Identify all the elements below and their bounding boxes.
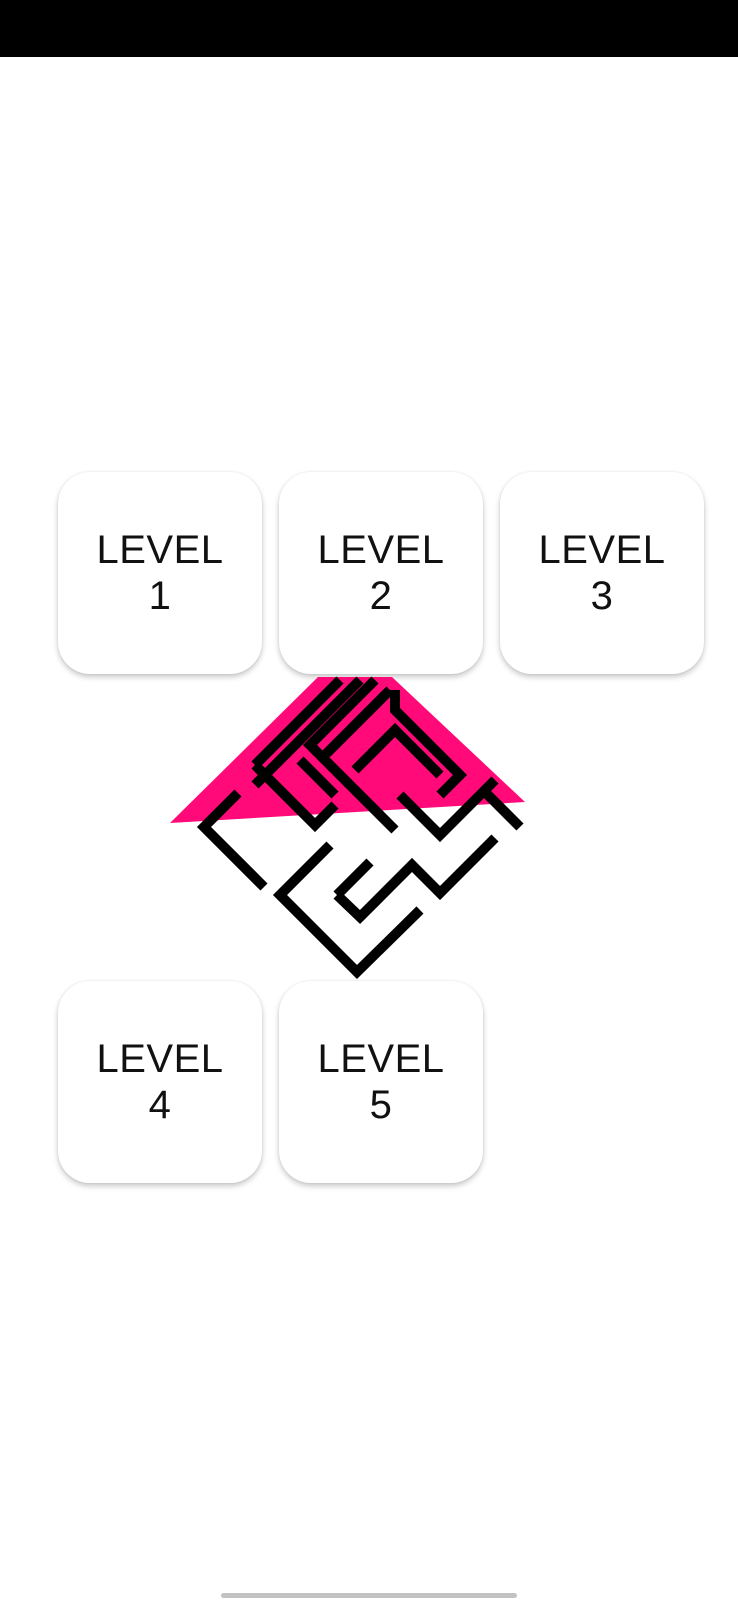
level-2-number: 2 [369, 574, 393, 618]
level-4-number: 4 [148, 1083, 172, 1127]
level-4-title: LEVEL [96, 1037, 224, 1081]
level-2-title: LEVEL [317, 528, 445, 572]
level-3-number: 3 [590, 574, 614, 618]
level-5-button[interactable]: LEVEL 5 [279, 981, 483, 1183]
maze-logo-icon [170, 676, 525, 980]
level-1-title: LEVEL [96, 528, 224, 572]
level-1-number: 1 [148, 574, 172, 618]
status-bar [0, 0, 738, 57]
level-5-title: LEVEL [317, 1037, 445, 1081]
level-4-button[interactable]: LEVEL 4 [58, 981, 262, 1183]
home-indicator[interactable] [221, 1593, 517, 1598]
level-2-button[interactable]: LEVEL 2 [279, 472, 483, 674]
level-3-button[interactable]: LEVEL 3 [500, 472, 704, 674]
level-3-title: LEVEL [538, 528, 666, 572]
level-1-button[interactable]: LEVEL 1 [58, 472, 262, 674]
level-5-number: 5 [369, 1083, 393, 1127]
